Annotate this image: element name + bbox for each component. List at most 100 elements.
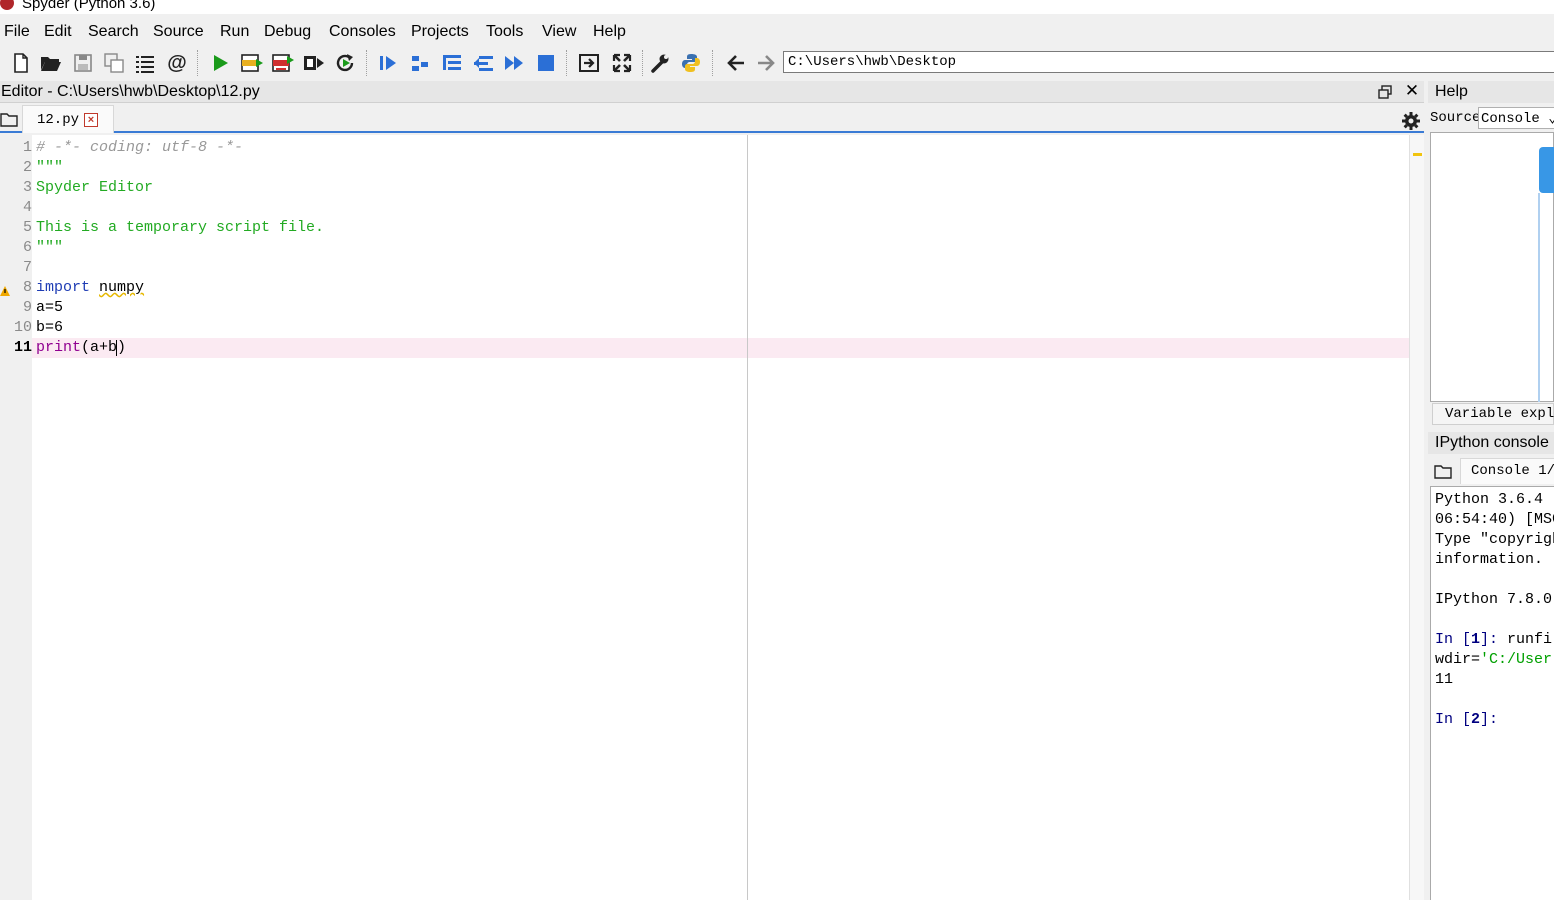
menu-search[interactable]: Search bbox=[88, 23, 139, 41]
menu-view[interactable]: View bbox=[542, 23, 576, 41]
help-viewer[interactable] bbox=[1430, 132, 1554, 402]
line-number: 8 bbox=[22, 279, 32, 296]
console-prompt: In [1]: bbox=[1435, 631, 1507, 648]
editor-pane-title: Editor - C:\Users\hwb\Desktop\12.py bbox=[1, 83, 260, 100]
menu-tools[interactable]: Tools bbox=[486, 23, 523, 41]
python-path-icon[interactable] bbox=[678, 50, 704, 76]
help-accent-bar bbox=[1539, 147, 1554, 193]
help-source-value: Console bbox=[1481, 111, 1540, 127]
prompt-close: ]: bbox=[1480, 631, 1508, 648]
browse-tabs-icon[interactable] bbox=[1434, 463, 1452, 479]
maximize-pane-icon[interactable] bbox=[577, 50, 603, 76]
tab-close-icon[interactable]: × bbox=[84, 113, 98, 127]
line-number: 7 bbox=[22, 259, 32, 276]
forward-arrow-icon[interactable] bbox=[753, 50, 779, 76]
run-cell-advance-icon[interactable] bbox=[270, 50, 296, 76]
console-line: information. bbox=[1435, 551, 1544, 568]
debug-icon[interactable] bbox=[375, 50, 401, 76]
menu-projects[interactable]: Projects bbox=[411, 23, 469, 41]
line-number: 4 bbox=[22, 199, 32, 216]
editor-pane-header: Editor - C:\Users\hwb\Desktop\12.py ✕ bbox=[0, 81, 1424, 103]
prompt-number: 2 bbox=[1471, 711, 1481, 728]
preferences-icon[interactable] bbox=[647, 50, 673, 76]
window-title: Spyder (Python 3.6) bbox=[22, 0, 156, 12]
tab-variable-explorer[interactable]: Variable explo bbox=[1432, 403, 1554, 425]
console-line: IPython 7.8.0 bbox=[1435, 591, 1553, 608]
line-number: 3 bbox=[22, 179, 32, 196]
help-pane-header: Help bbox=[1428, 81, 1554, 103]
prompt-close: ]: bbox=[1480, 711, 1499, 728]
code-line: """ bbox=[36, 159, 64, 176]
menu-run[interactable]: Run bbox=[220, 23, 249, 41]
console-tab-label: Console 1/A bbox=[1471, 463, 1554, 479]
run-selection-icon[interactable] bbox=[301, 50, 327, 76]
prompt-in: In [ bbox=[1435, 711, 1472, 728]
variable-explorer-label: Variable explo bbox=[1445, 406, 1554, 422]
code-args: (a+b) bbox=[81, 339, 127, 356]
line-number: 10 bbox=[13, 319, 32, 336]
toolbar-separator bbox=[366, 50, 367, 76]
step-return-icon[interactable] bbox=[470, 50, 496, 76]
line-number: 5 bbox=[22, 219, 32, 236]
console-line: wdir='C:/User bbox=[1435, 650, 1552, 670]
fullscreen-icon[interactable] bbox=[609, 50, 635, 76]
gear-icon[interactable] bbox=[1401, 111, 1421, 131]
prompt-number: 1 bbox=[1471, 631, 1481, 648]
console-command: runfi bbox=[1507, 631, 1553, 648]
outline-icon[interactable] bbox=[132, 50, 158, 76]
console-input-line: In [1]: runfi bbox=[1435, 630, 1552, 650]
console-prompt: In [2]: bbox=[1435, 711, 1498, 728]
menu-source[interactable]: Source bbox=[153, 23, 204, 41]
rerun-icon[interactable] bbox=[333, 50, 359, 76]
menu-consoles[interactable]: Consoles bbox=[329, 23, 396, 41]
run-icon[interactable] bbox=[207, 50, 233, 76]
at-icon[interactable]: @ bbox=[164, 50, 190, 76]
stop-icon[interactable] bbox=[533, 50, 559, 76]
console-wdir: wdir= bbox=[1435, 651, 1481, 668]
working-directory-input[interactable] bbox=[783, 51, 1554, 73]
menu-help[interactable]: Help bbox=[593, 23, 626, 41]
editor-scrollbar[interactable] bbox=[1409, 135, 1424, 900]
line-number: 2 bbox=[22, 159, 32, 176]
toolbar-separator bbox=[197, 50, 198, 76]
code-module: numpy bbox=[99, 279, 145, 296]
toolbar-separator bbox=[566, 50, 567, 76]
text-cursor bbox=[116, 340, 117, 356]
console-line: 06:54:40) [MSC bbox=[1435, 511, 1554, 528]
continue-icon[interactable] bbox=[501, 50, 527, 76]
step-into-icon[interactable] bbox=[439, 50, 465, 76]
code-line: Spyder Editor bbox=[36, 179, 154, 196]
menu-bar: File Edit Search Source Run Debug Consol… bbox=[0, 20, 1554, 44]
current-line-highlight bbox=[32, 338, 1409, 358]
code-line: # -*- coding: utf-8 -*- bbox=[36, 139, 244, 156]
code-line: """ bbox=[36, 239, 64, 256]
save-icon[interactable] bbox=[70, 50, 96, 76]
browse-tabs-icon[interactable] bbox=[0, 111, 18, 127]
step-icon[interactable] bbox=[407, 50, 433, 76]
close-pane-icon[interactable]: ✕ bbox=[1403, 82, 1421, 100]
menu-edit[interactable]: Edit bbox=[44, 23, 72, 41]
code-line: b=6 bbox=[36, 319, 64, 336]
editor-tab-bar: 12.py × bbox=[0, 104, 1424, 133]
code-line-current: print(a+b) bbox=[36, 338, 126, 358]
line-number: 9 bbox=[22, 299, 32, 316]
help-source-select[interactable]: Console ⌄ bbox=[1478, 107, 1554, 129]
console-input-line[interactable]: In [2]: bbox=[1435, 710, 1498, 730]
back-arrow-icon[interactable] bbox=[723, 50, 749, 76]
editor-tab-12py[interactable]: 12.py × bbox=[22, 105, 114, 133]
menu-file[interactable]: File bbox=[4, 23, 30, 41]
prompt-in: In [ bbox=[1435, 631, 1472, 648]
open-file-icon[interactable] bbox=[38, 50, 64, 76]
new-file-icon[interactable] bbox=[8, 50, 34, 76]
console-wdir-string: 'C:/User bbox=[1480, 651, 1553, 668]
code-line: This is a temporary script file. bbox=[36, 219, 325, 236]
undock-icon[interactable] bbox=[1377, 84, 1393, 100]
code-editor[interactable]: 1 2 3 4 5 6 7 8 9 10 11 # -*- coding: ut… bbox=[0, 135, 1424, 900]
run-cell-icon[interactable] bbox=[239, 50, 265, 76]
menu-debug[interactable]: Debug bbox=[264, 23, 311, 41]
save-all-icon[interactable] bbox=[101, 50, 127, 76]
line-number-gutter: 1 2 3 4 5 6 7 8 9 10 11 bbox=[0, 135, 32, 900]
ipython-console[interactable]: Python 3.6.4 06:54:40) [MSC Type "copyri… bbox=[1430, 486, 1554, 900]
console-tab[interactable]: Console 1/A bbox=[1460, 458, 1554, 484]
chevron-down-icon: ⌄ bbox=[1548, 111, 1554, 127]
